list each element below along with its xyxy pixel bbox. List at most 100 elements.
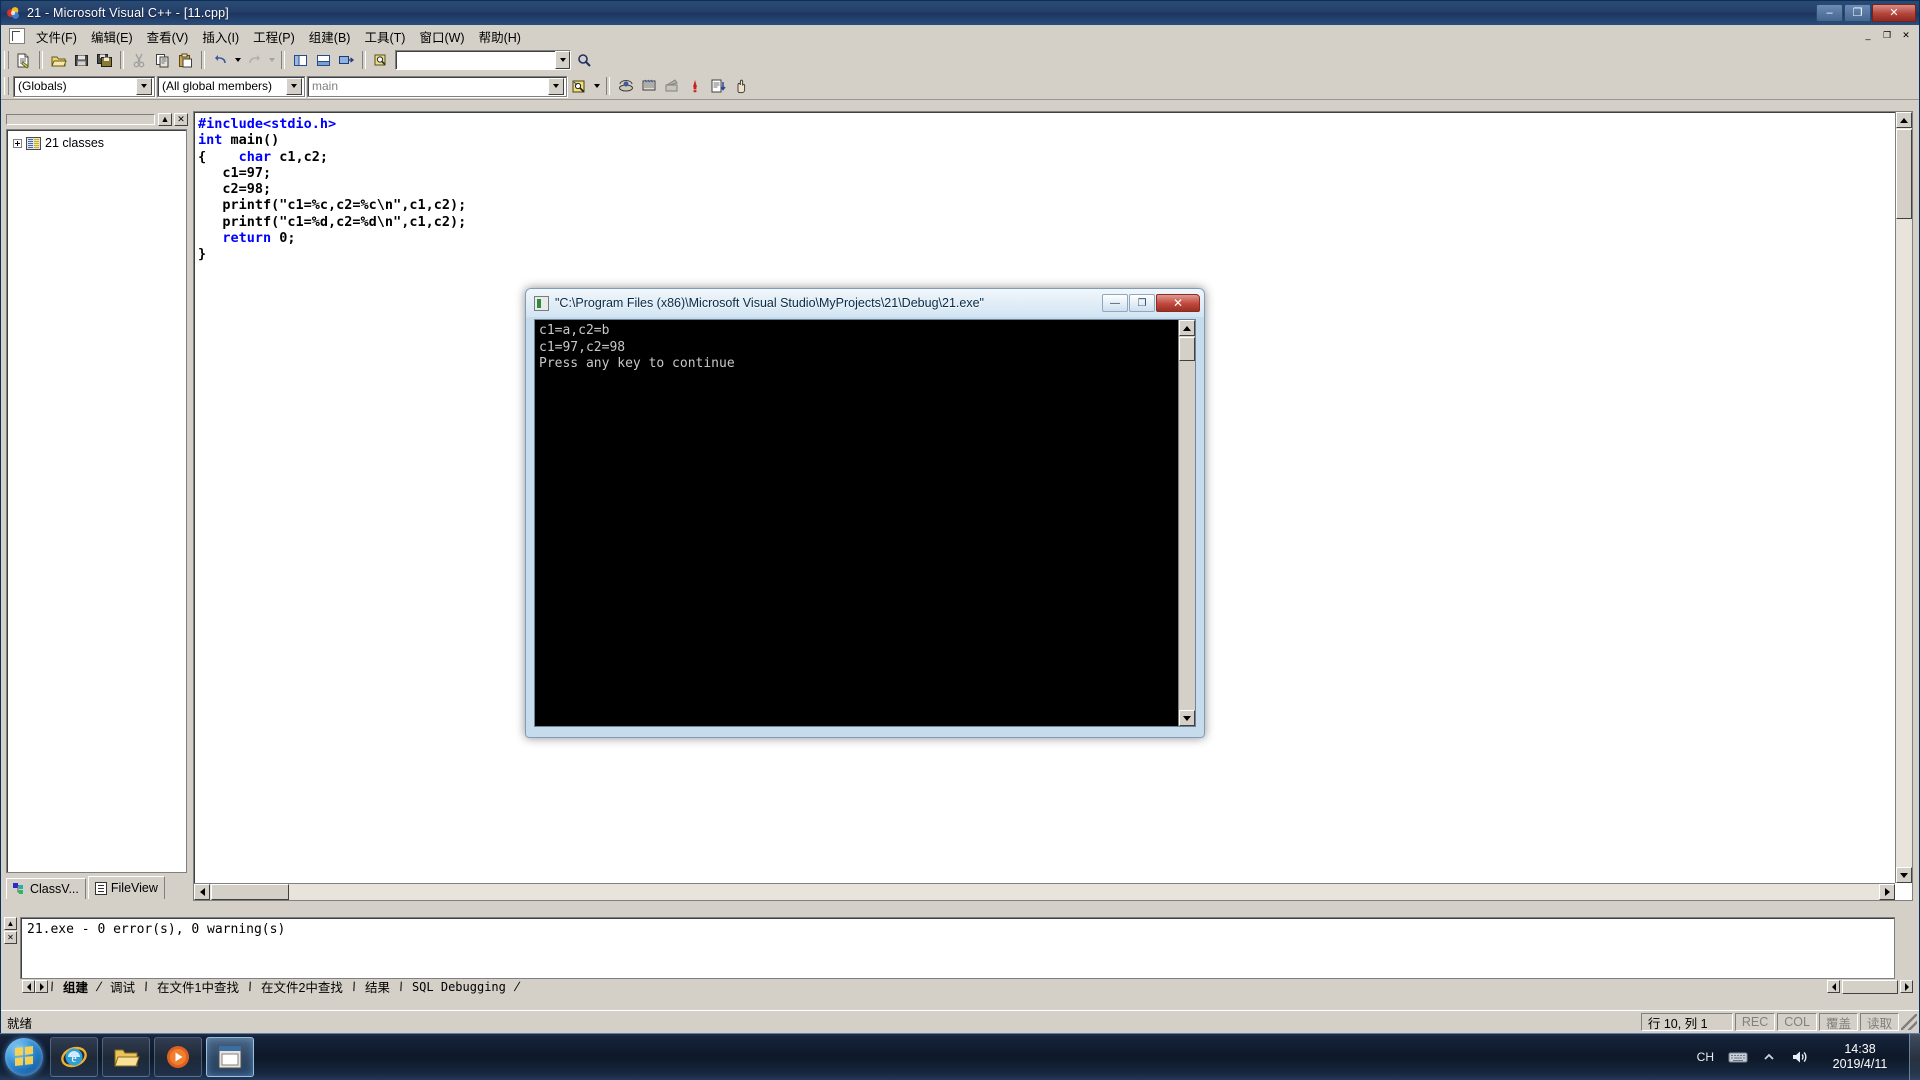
maximize-button[interactable]: ❐ xyxy=(1844,4,1871,22)
execute-program-icon[interactable] xyxy=(683,75,706,97)
members-combo[interactable]: (All global members) xyxy=(157,75,305,97)
toolbar-grip[interactable] xyxy=(4,51,9,69)
start-button[interactable] xyxy=(2,1037,46,1077)
editor-scroll-thumb[interactable] xyxy=(1896,129,1912,219)
editor-vertical-scrollbar[interactable] xyxy=(1895,112,1912,883)
undo-dropdown[interactable] xyxy=(232,49,243,71)
tree-item-classes[interactable]: 21 classes xyxy=(7,134,186,152)
globals-combo[interactable]: (Globals) xyxy=(13,75,155,97)
taskbar-internet-explorer[interactable]: e xyxy=(50,1037,98,1077)
find-input[interactable] xyxy=(395,50,571,70)
taskbar-file-explorer[interactable] xyxy=(102,1037,150,1077)
chevron-up-icon[interactable] xyxy=(1762,1052,1776,1062)
document-icon[interactable] xyxy=(9,28,25,44)
function-combo-arrow[interactable] xyxy=(548,77,564,95)
scroll-right-button[interactable] xyxy=(1879,884,1895,900)
workspace-drag-bar[interactable] xyxy=(6,113,155,125)
workspace-close-button[interactable]: ✕ xyxy=(174,112,188,126)
build-icon[interactable] xyxy=(637,75,660,97)
globals-combo-arrow[interactable] xyxy=(136,77,152,95)
scroll-up-button[interactable] xyxy=(1896,112,1912,128)
menu-window[interactable]: 窗口(W) xyxy=(412,25,471,48)
console-scroll-down-button[interactable] xyxy=(1179,710,1195,726)
build-output-text[interactable]: 21.exe - 0 error(s), 0 warning(s) xyxy=(20,917,1895,979)
console-minimize-button[interactable]: — xyxy=(1102,294,1128,312)
menu-file[interactable]: 文件(F) xyxy=(29,25,84,48)
redo-dropdown[interactable] xyxy=(266,49,277,71)
output-collapse-button[interactable]: ▲ xyxy=(4,917,17,930)
editor-horizontal-scrollbar[interactable] xyxy=(194,883,1895,900)
show-desktop-button[interactable] xyxy=(1909,1034,1920,1080)
keyboard-icon[interactable] xyxy=(1728,1050,1748,1064)
console-scroll-thumb[interactable] xyxy=(1179,337,1195,361)
window-list-icon[interactable] xyxy=(335,49,358,71)
menu-tools[interactable]: 工具(T) xyxy=(357,25,412,48)
menu-insert[interactable]: 插入(I) xyxy=(195,25,246,48)
new-text-file-icon[interactable] xyxy=(12,49,35,71)
mdi-minimize-button[interactable]: _ xyxy=(1859,28,1877,44)
output-tab-results[interactable]: 结果 xyxy=(358,977,397,996)
mdi-restore-button[interactable]: ❐ xyxy=(1878,28,1896,44)
output-tab-sql[interactable]: SQL Debugging xyxy=(405,980,513,994)
editor-hscroll-thumb[interactable] xyxy=(211,884,289,900)
undo-icon[interactable] xyxy=(209,49,232,71)
console-scroll-up-button[interactable] xyxy=(1179,320,1195,336)
paste-icon[interactable] xyxy=(174,49,197,71)
cut-icon[interactable] xyxy=(128,49,151,71)
toolbar-grip[interactable] xyxy=(4,77,9,95)
minimize-button[interactable]: – xyxy=(1816,4,1843,22)
insert-breakpoint-icon[interactable] xyxy=(729,75,752,97)
wizard-action-icon[interactable] xyxy=(568,75,591,97)
menu-edit[interactable]: 编辑(E) xyxy=(84,25,140,48)
expand-icon[interactable] xyxy=(13,138,22,148)
output-close-button[interactable]: ✕ xyxy=(4,931,17,944)
output-tab-build[interactable]: 组建 xyxy=(56,977,95,996)
console-body[interactable]: c1=a,c2=b c1=97,c2=98 Press any key to con… xyxy=(534,319,1196,727)
menu-view[interactable]: 查看(V) xyxy=(140,25,196,48)
find-in-files-icon[interactable] xyxy=(370,49,393,71)
clock[interactable]: 14:38 2019/4/11 xyxy=(1817,1042,1903,1072)
console-scrollbar[interactable] xyxy=(1178,320,1195,726)
stop-build-icon[interactable] xyxy=(660,75,683,97)
ime-indicator[interactable]: CH xyxy=(1697,1050,1714,1064)
class-view-tree[interactable]: 21 classes xyxy=(6,129,187,873)
mdi-close-button[interactable]: ✕ xyxy=(1897,28,1915,44)
console-maximize-button[interactable]: ❐ xyxy=(1129,294,1155,312)
workspace-collapse-button[interactable]: ▲ xyxy=(158,112,172,126)
output-tab-find1[interactable]: 在文件1中查找 xyxy=(150,977,246,996)
scroll-down-button[interactable] xyxy=(1896,867,1912,883)
close-button[interactable]: ✕ xyxy=(1872,4,1916,22)
find-icon[interactable] xyxy=(573,49,596,71)
tab-classview[interactable]: ClassV... xyxy=(6,878,86,899)
output-tabs-prev-button[interactable] xyxy=(22,980,35,993)
output-hscroll-right[interactable] xyxy=(1900,980,1913,993)
menu-help[interactable]: 帮助(H) xyxy=(472,25,528,48)
taskbar-visual-cpp[interactable] xyxy=(206,1037,254,1077)
menu-project[interactable]: 工程(P) xyxy=(246,25,302,48)
console-window[interactable]: "C:\Program Files (x86)\Microsoft Visual… xyxy=(525,288,1205,738)
output-tab-find2[interactable]: 在文件2中查找 xyxy=(254,977,350,996)
output-icon[interactable] xyxy=(312,49,335,71)
open-file-icon[interactable] xyxy=(47,49,70,71)
go-icon[interactable] xyxy=(706,75,729,97)
speaker-icon[interactable] xyxy=(1790,1049,1810,1065)
copy-icon[interactable] xyxy=(151,49,174,71)
output-tab-debug[interactable]: 调试 xyxy=(103,977,142,996)
members-combo-arrow[interactable] xyxy=(286,77,302,95)
save-all-icon[interactable] xyxy=(93,49,116,71)
find-dropdown-arrow[interactable] xyxy=(555,51,570,69)
compile-icon[interactable] xyxy=(614,75,637,97)
taskbar-media-player[interactable] xyxy=(154,1037,202,1077)
console-close-button[interactable]: ✕ xyxy=(1156,294,1200,312)
workspace-icon[interactable] xyxy=(289,49,312,71)
wizard-dropdown[interactable] xyxy=(591,75,602,97)
save-icon[interactable] xyxy=(70,49,93,71)
output-hscroll-left[interactable] xyxy=(1827,980,1840,993)
menu-build[interactable]: 组建(B) xyxy=(302,25,358,48)
scroll-left-button[interactable] xyxy=(194,884,210,900)
function-combo[interactable]: main xyxy=(307,75,567,97)
tab-fileview[interactable]: FileView xyxy=(87,876,165,899)
redo-icon[interactable] xyxy=(243,49,266,71)
resize-grip[interactable] xyxy=(1901,1014,1917,1030)
output-hscroll-thumb[interactable] xyxy=(1842,979,1898,994)
